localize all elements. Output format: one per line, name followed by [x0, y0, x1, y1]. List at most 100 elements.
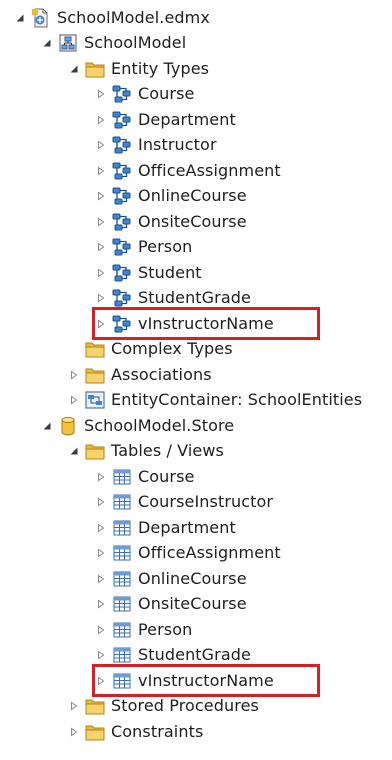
tree-node-label: Department [138, 517, 236, 537]
tree-node-label: Tables / Views [111, 441, 224, 460]
tree-node-label: CourseInstructor [138, 492, 274, 511]
expand-arrow-icon[interactable] [94, 189, 108, 203]
tree-node-constraints[interactable]: Constraints [0, 719, 392, 744]
tree-node-store-model[interactable]: SchoolModel.Store [0, 413, 392, 438]
tree-node-complex-types[interactable]: Complex Types [0, 337, 392, 362]
collapse-arrow-icon[interactable] [40, 419, 54, 433]
expand-arrow-icon[interactable] [94, 572, 108, 586]
entity-type-item[interactable]: vInstructorName [0, 311, 392, 336]
entity-type-item[interactable]: OfficeAssignment [0, 158, 392, 183]
tree-node-label: OnsiteCourse [138, 211, 247, 231]
entity-type-icon [112, 161, 132, 181]
entity-type-icon [112, 288, 132, 308]
tree-node-label: OfficeAssignment [138, 160, 281, 180]
expand-arrow-icon[interactable] [94, 215, 108, 229]
table-icon [112, 645, 132, 665]
tree-root-edmx[interactable]: SchoolModel.edmx [0, 5, 392, 30]
entity-type-icon [112, 84, 132, 104]
table-item[interactable]: OnlineCourse [0, 566, 392, 591]
folder-icon [85, 59, 105, 79]
expand-arrow-icon[interactable] [94, 138, 108, 152]
entity-type-item[interactable]: OnsiteCourse [0, 209, 392, 234]
tree-node-label: OnsiteCourse [138, 594, 247, 613]
tree-node-label: Instructor [138, 135, 217, 154]
expand-arrow-icon[interactable] [94, 87, 108, 101]
table-item[interactable]: Department [0, 515, 392, 540]
entity-type-icon [112, 135, 132, 155]
table-icon [112, 492, 132, 512]
collapse-arrow-icon[interactable] [67, 444, 81, 458]
expand-arrow-icon[interactable] [94, 623, 108, 637]
tree-node-label: SchoolModel [84, 33, 187, 52]
table-item[interactable]: OfficeAssignment [0, 541, 392, 566]
entity-type-item[interactable]: Instructor [0, 133, 392, 158]
tree-node-label: Entity Types [111, 58, 210, 78]
expand-arrow-icon[interactable] [94, 240, 108, 254]
entity-type-icon [112, 186, 132, 206]
tree-node-label: Course [138, 84, 195, 103]
tree-node-label: vInstructorName [138, 313, 274, 333]
expand-arrow-icon[interactable] [94, 470, 108, 484]
expand-arrow-icon[interactable] [67, 393, 81, 407]
tree-node-label: vInstructorName [138, 670, 274, 690]
entity-type-icon [112, 110, 132, 130]
tree-node-label: SchoolModel.edmx [57, 7, 210, 27]
table-icon [112, 467, 132, 487]
tree-node-entity-container[interactable]: EntityContainer: SchoolEntities [0, 388, 392, 413]
expand-arrow-icon[interactable] [94, 674, 108, 688]
expand-arrow-icon[interactable] [94, 521, 108, 535]
tree-node-label: StudentGrade [138, 288, 251, 307]
table-item[interactable]: vInstructorName [0, 668, 392, 693]
tree-node-conceptual-model[interactable]: SchoolModel [0, 31, 392, 56]
tree-node-label: StudentGrade [138, 645, 251, 664]
expand-arrow-icon[interactable] [94, 546, 108, 560]
expand-arrow-icon[interactable] [67, 368, 81, 382]
table-item[interactable]: StudentGrade [0, 643, 392, 668]
expand-arrow-icon[interactable] [94, 317, 108, 331]
table-icon [112, 543, 132, 563]
entity-type-item[interactable]: OnlineCourse [0, 184, 392, 209]
folder-icon [85, 722, 105, 742]
tree-node-stored-procedures[interactable]: Stored Procedures [0, 694, 392, 719]
expand-arrow-icon[interactable] [94, 597, 108, 611]
tree-node-label: EntityContainer: SchoolEntities [111, 390, 363, 409]
entity-type-item[interactable]: Person [0, 235, 392, 260]
tree-node-associations[interactable]: Associations [0, 362, 392, 387]
tree-node-tables-views[interactable]: Tables / Views [0, 439, 392, 464]
expand-arrow-icon[interactable] [94, 495, 108, 509]
entity-type-item[interactable]: StudentGrade [0, 286, 392, 311]
tree-node-label: Complex Types [111, 339, 233, 358]
folder-icon [85, 441, 105, 461]
entity-type-icon [112, 314, 132, 334]
collapse-arrow-icon[interactable] [67, 62, 81, 76]
expand-arrow-icon[interactable] [94, 164, 108, 178]
folder-icon [85, 339, 105, 359]
collapse-arrow-icon[interactable] [13, 11, 27, 25]
tree-node-label: OnlineCourse [138, 568, 247, 588]
folder-icon [85, 696, 105, 716]
table-item[interactable]: CourseInstructor [0, 490, 392, 515]
entity-type-item[interactable]: Department [0, 107, 392, 132]
expand-arrow-icon[interactable] [67, 699, 81, 713]
collapse-arrow-icon[interactable] [40, 36, 54, 50]
no-expander [67, 342, 81, 356]
expand-arrow-icon[interactable] [94, 291, 108, 305]
tree-node-label: Student [138, 262, 202, 282]
expand-arrow-icon[interactable] [67, 725, 81, 739]
entity-type-icon [112, 212, 132, 232]
entity-type-item[interactable]: Course [0, 82, 392, 107]
entity-container-icon [85, 390, 105, 410]
model-browser-tree: SchoolModel.edmx SchoolModel Entity Types C… [0, 0, 392, 760]
expand-arrow-icon[interactable] [94, 266, 108, 280]
entity-type-item[interactable]: Student [0, 260, 392, 285]
table-item[interactable]: Course [0, 464, 392, 489]
edmx-file-icon [31, 8, 51, 28]
table-item[interactable]: Person [0, 617, 392, 642]
expand-arrow-icon[interactable] [94, 648, 108, 662]
table-icon [112, 594, 132, 614]
table-icon [112, 671, 132, 691]
expand-arrow-icon[interactable] [94, 113, 108, 127]
tree-node-entity-types[interactable]: Entity Types [0, 56, 392, 81]
entity-type-icon [112, 237, 132, 257]
table-item[interactable]: OnsiteCourse [0, 592, 392, 617]
